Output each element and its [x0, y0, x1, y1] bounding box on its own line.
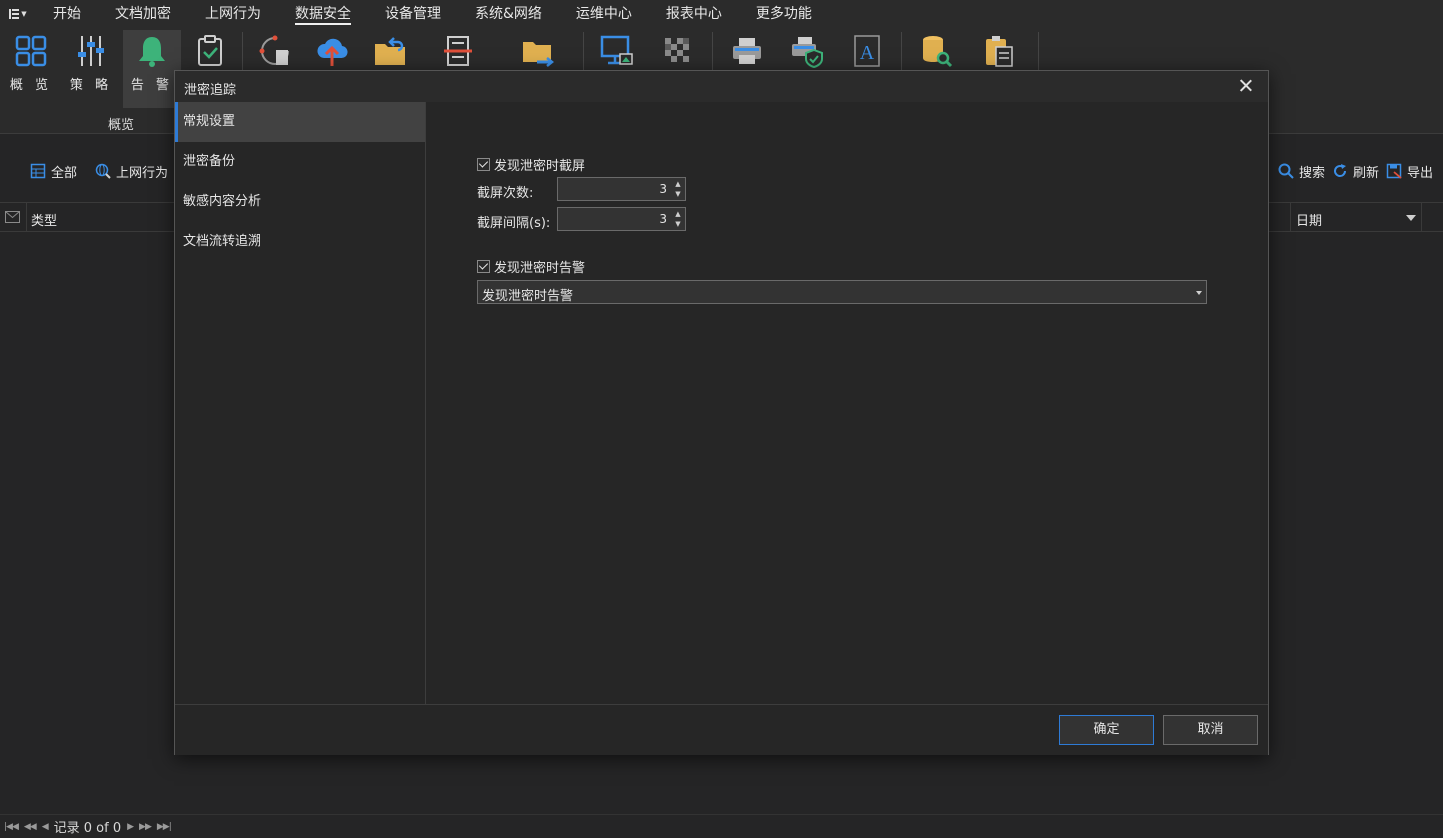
alert-label: 告 警 — [130, 78, 174, 93]
screenshot-count-stepper[interactable]: 3 ▲ ▼ — [557, 177, 686, 201]
refresh-label: 刷新 — [1353, 165, 1380, 181]
screenshot-checkbox[interactable] — [477, 158, 490, 171]
screenshot-count-value: 3 — [659, 182, 667, 196]
database-search-icon — [923, 36, 953, 68]
export-label: 导出 — [1407, 165, 1434, 181]
pager-bar: |◀◀ ◀◀ ◀ 记录 0 of 0 ▶ ▶▶ ▶▶| — [0, 814, 1443, 838]
filter-web-label: 上网行为 — [116, 165, 169, 181]
menu-web-behavior[interactable]: 上网行为 — [188, 0, 278, 28]
decrement-icon[interactable]: ▼ — [673, 219, 683, 229]
column-type[interactable]: 类型 — [31, 210, 57, 229]
column-divider — [1421, 203, 1422, 231]
ok-button[interactable]: 确定 — [1059, 715, 1154, 745]
clipboard-docs-icon — [986, 36, 1013, 67]
mosaic-icon — [665, 38, 689, 62]
app-menu-button[interactable]: ▼ — [0, 0, 36, 28]
search-icon — [1278, 163, 1294, 179]
leak-tracking-dialog: 泄密追踪 常规设置 泄密备份 敏感内容分析 文档流转追溯 发现泄密时截屏 截屏次… — [174, 70, 1269, 755]
nav-doc-flow-trace[interactable]: 文档流转追溯 — [175, 222, 425, 262]
screenshot-interval-stepper[interactable]: 3 ▲ ▼ — [557, 207, 686, 231]
strategy-label: 策 略 — [69, 78, 113, 93]
svg-text:A: A — [860, 42, 875, 64]
chevron-down-icon — [1196, 291, 1202, 295]
prev-page-group-icon[interactable]: ◀◀ — [24, 822, 37, 832]
alert-checkbox[interactable] — [477, 260, 490, 273]
font-document-icon: A — [854, 35, 880, 67]
clipboard-check-icon — [198, 35, 222, 66]
sort-dropdown-icon[interactable] — [1406, 215, 1416, 221]
settings-content: 发现泄密时截屏 截屏次数: 3 ▲ ▼ 截屏间隔(s): 3 ▲ ▼ 发现泄密时… — [427, 102, 1268, 704]
message-icon — [5, 211, 20, 223]
export-save-icon — [1386, 163, 1402, 179]
dialog-title-bar: 泄密追踪 — [175, 71, 1268, 102]
folder-move-icon — [523, 42, 555, 67]
dialog-footer: 确定 取消 — [175, 704, 1268, 755]
screenshot-count-label: 截屏次数: — [477, 186, 534, 201]
screenshot-interval-value: 3 — [659, 212, 667, 226]
column-divider — [1290, 203, 1291, 231]
dialog-nav: 常规设置 泄密备份 敏感内容分析 文档流转追溯 — [175, 102, 426, 704]
alert-button[interactable]: 告 警 — [123, 30, 181, 108]
alert-checkbox-label: 发现泄密时告警 — [494, 261, 586, 276]
last-page-icon[interactable]: ▶▶| — [157, 822, 172, 832]
alert-type-select[interactable]: 发现泄密时告警 — [477, 280, 1207, 304]
screenshot-checkbox-label: 发现泄密时截屏 — [494, 159, 586, 174]
screenshot-interval-label: 截屏间隔(s): — [477, 216, 551, 231]
record-count: 记录 0 of 0 — [53, 821, 122, 836]
strategy-sliders-icon — [78, 36, 104, 66]
document-shred-icon — [444, 36, 472, 66]
next-page-group-icon[interactable]: ▶▶ — [139, 822, 152, 832]
menu-ops-center[interactable]: 运维中心 — [559, 0, 649, 28]
nav-sensitive-analysis[interactable]: 敏感内容分析 — [175, 182, 425, 222]
overview-button[interactable]: 概 览 — [4, 30, 58, 108]
first-page-icon[interactable]: |◀◀ — [4, 822, 19, 832]
filter-all-button[interactable]: 全部 — [30, 158, 77, 184]
refresh-icon — [1334, 164, 1347, 177]
menu-report-center[interactable]: 报表中心 — [649, 0, 739, 28]
strategy-button[interactable]: 策 略 — [64, 30, 118, 108]
overview-grid-icon — [15, 35, 47, 67]
prev-page-icon[interactable]: ◀ — [42, 822, 49, 832]
chevron-down-icon: ▼ — [21, 10, 27, 18]
printer-icon — [733, 38, 761, 64]
globe-search-icon — [95, 163, 111, 179]
app-menu-icon — [9, 9, 20, 19]
menu-data-security[interactable]: 数据安全 — [278, 0, 368, 28]
menu-start[interactable]: 开始 — [36, 0, 98, 28]
menu-system-network[interactable]: 系统&网络 — [458, 0, 559, 28]
increment-icon[interactable]: ▲ — [673, 209, 683, 219]
increment-icon[interactable]: ▲ — [673, 179, 683, 189]
column-divider — [26, 203, 27, 231]
alert-type-value: 发现泄密时告警 — [482, 289, 574, 304]
menu-doc-encryption[interactable]: 文档加密 — [98, 0, 188, 28]
screenshot-checkbox-row[interactable]: 发现泄密时截屏 — [477, 155, 585, 174]
printer-shield-icon — [792, 37, 823, 68]
search-label: 搜索 — [1299, 165, 1326, 181]
table-icon — [30, 163, 46, 179]
decrement-icon[interactable]: ▼ — [673, 189, 683, 199]
alert-checkbox-row[interactable]: 发现泄密时告警 — [477, 257, 585, 276]
cloud-upload-icon — [317, 38, 348, 66]
filter-web-button[interactable]: 上网行为 — [95, 158, 168, 184]
menu-bar: ▼ 开始 文档加密 上网行为 数据安全 设备管理 系统&网络 运维中心 报表中心… — [0, 0, 1443, 28]
monitor-image-icon — [600, 35, 633, 65]
export-button[interactable]: 导出 — [1386, 158, 1433, 184]
next-page-icon[interactable]: ▶ — [127, 822, 134, 832]
filter-all-label: 全部 — [51, 165, 78, 181]
close-icon[interactable] — [1238, 78, 1254, 94]
cancel-button[interactable]: 取消 — [1163, 715, 1258, 745]
menu-device-management[interactable]: 设备管理 — [368, 0, 458, 28]
overview-label: 概 览 — [9, 78, 53, 93]
nav-general-settings[interactable]: 常规设置 — [175, 102, 425, 142]
search-button[interactable]: 搜索 — [1278, 158, 1325, 184]
folder-restore-icon — [375, 37, 405, 65]
doc-trace-icon — [259, 35, 289, 65]
alert-bell-icon — [139, 37, 165, 67]
column-date[interactable]: 日期 — [1296, 210, 1322, 229]
ribbon-group-label: 概览 — [108, 118, 135, 133]
nav-leak-backup[interactable]: 泄密备份 — [175, 142, 425, 182]
refresh-button[interactable]: 刷新 — [1332, 158, 1379, 184]
menu-more-features[interactable]: 更多功能 — [739, 0, 829, 28]
dialog-title: 泄密追踪 — [184, 83, 237, 98]
